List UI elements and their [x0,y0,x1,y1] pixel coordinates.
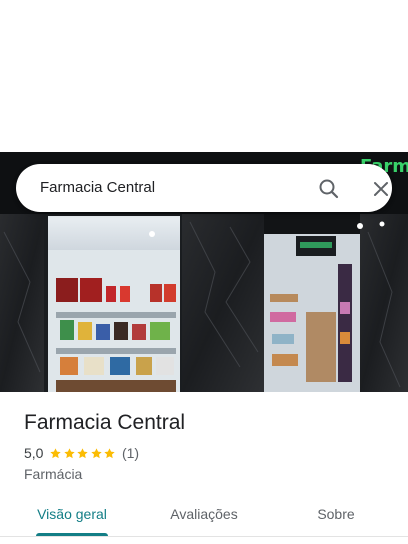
review-count[interactable]: (1) [122,445,139,461]
close-button[interactable] [368,176,394,202]
rating-stars [49,447,117,460]
star-icon [104,447,116,458]
star-icon [77,447,89,458]
star-icon [50,447,62,458]
search-bar[interactable]: Farmacia Central [16,164,392,212]
tab-reviews[interactable]: Avaliações [152,496,256,536]
star-icon [64,447,75,458]
tab-bar: Visão geral Avaliações Sobre [0,496,408,536]
place-title: Farmacia Central [24,411,186,434]
rating-value: 5,0 [24,445,44,461]
tab-overview[interactable]: Visão geral [20,496,124,536]
star-icon [91,447,102,458]
rating-row[interactable]: 5,0 (1) [24,444,139,462]
search-button[interactable] [316,176,342,202]
search-icon [319,179,339,199]
search-query[interactable]: Farmacia Central [40,178,155,198]
close-icon [374,182,388,196]
tabs-divider [0,536,408,537]
tab-about[interactable]: Sobre [284,496,388,536]
place-category[interactable]: Farmácia [24,465,82,483]
map-blank-area [0,0,408,152]
